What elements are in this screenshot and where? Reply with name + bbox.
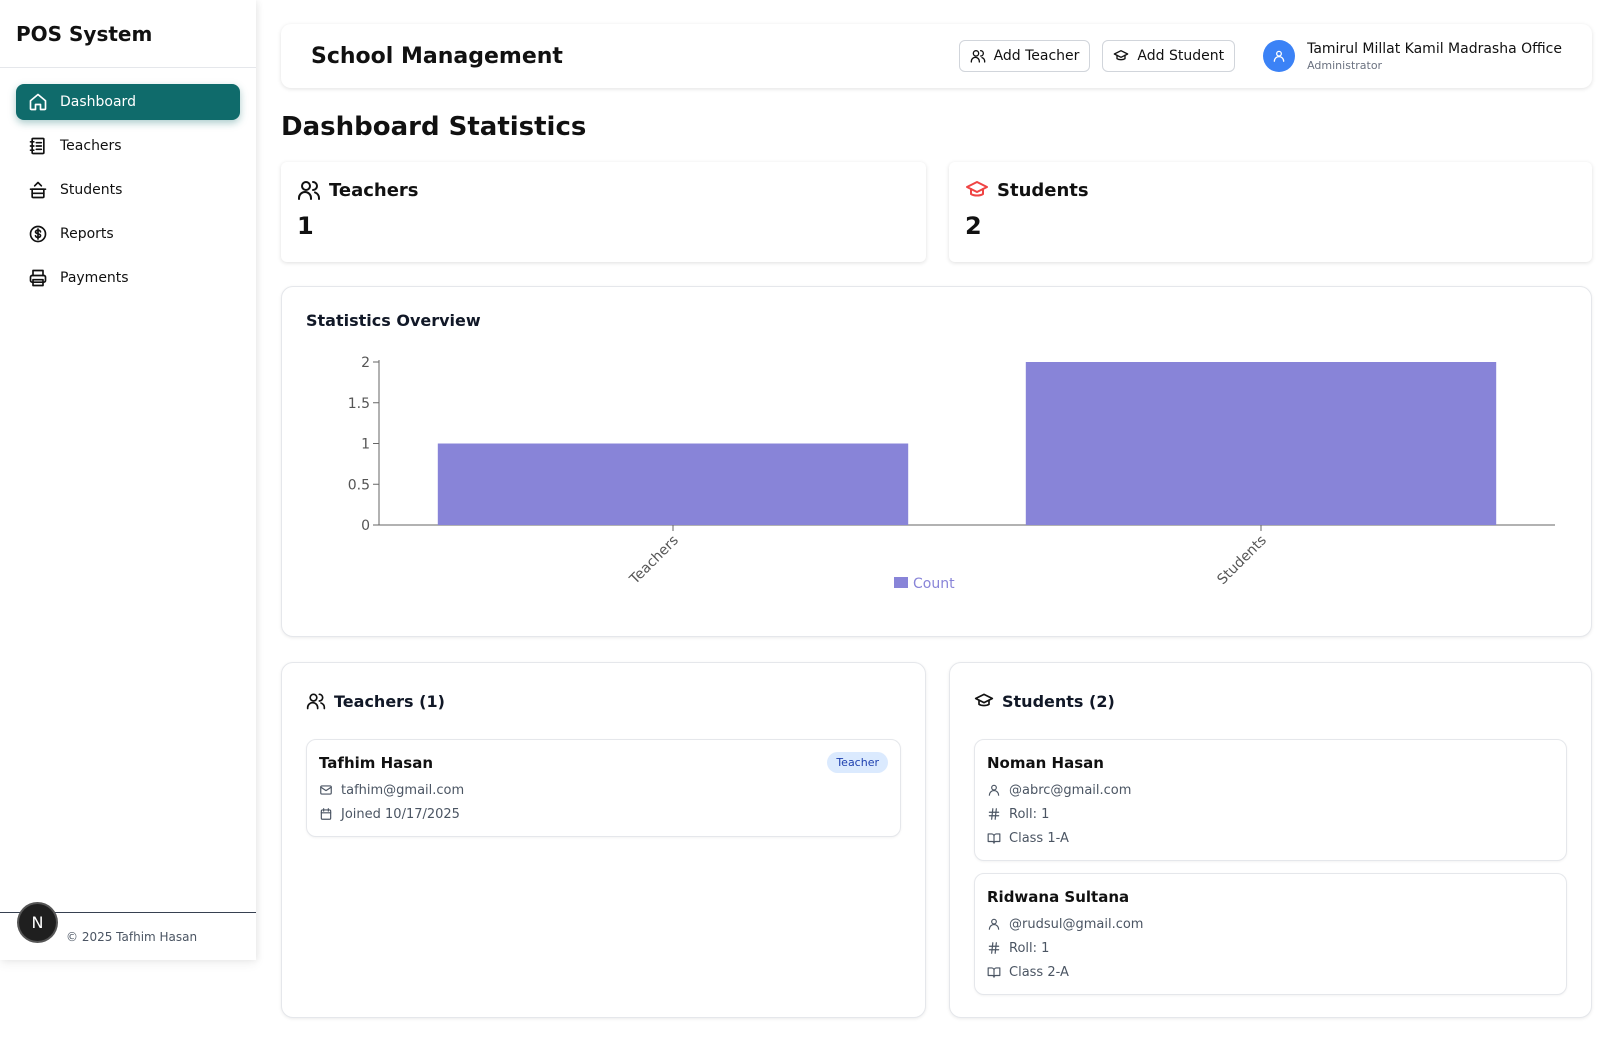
user-profile[interactable]: Tamirul Millat Kamil Madrasha Office Adm… xyxy=(1263,40,1562,72)
brand-title: POS System xyxy=(0,0,256,68)
list-item[interactable]: Noman Hasan @abrc@gmail.com Roll: 1 Clas… xyxy=(974,739,1567,861)
sidebar-item-payments[interactable]: Payments xyxy=(16,260,240,296)
user-icon xyxy=(987,917,1001,931)
teachers-stat-card: Teachers 1 xyxy=(281,162,926,262)
sidebar-item-label: Students xyxy=(60,182,123,198)
student-roll: Roll: 1 xyxy=(1009,806,1050,822)
stat-label: Students xyxy=(997,179,1089,201)
add-teacher-label: Add Teacher xyxy=(993,48,1080,64)
book-open-icon xyxy=(987,965,1001,979)
y-tick-label: 1 xyxy=(361,437,370,453)
x-tick-label: Students xyxy=(1214,533,1269,588)
hash-icon xyxy=(987,941,1001,955)
notebook-icon xyxy=(28,136,48,156)
teachers-list-card: Teachers (1) Tafhim Hasan Teacher tafhim… xyxy=(281,662,926,1018)
top-header: School Management Add Teacher Add Studen… xyxy=(281,24,1592,88)
calendar-icon xyxy=(319,807,333,821)
basket-icon xyxy=(28,180,48,200)
student-name: Ridwana Sultana xyxy=(987,888,1130,906)
y-tick-label: 1.5 xyxy=(348,396,370,412)
mail-icon xyxy=(319,783,333,797)
add-student-button[interactable]: Add Student xyxy=(1102,40,1236,72)
page-title: Dashboard Statistics xyxy=(281,112,587,142)
add-student-label: Add Student xyxy=(1137,48,1225,64)
dollar-circle-icon xyxy=(28,224,48,244)
copyright-text: © 2025 Tafhim Hasan xyxy=(66,929,198,944)
sidebar-nav: Dashboard Teachers Students Reports Paym… xyxy=(0,68,256,320)
student-name: Noman Hasan xyxy=(987,754,1104,772)
role-badge: Teacher xyxy=(827,752,888,773)
hash-icon xyxy=(987,807,1001,821)
students-stat-card: Students 2 xyxy=(949,162,1592,262)
statistics-chart-card: Statistics Overview 0 0.5 1 1.5 2 Teachers Stu… xyxy=(281,286,1592,637)
sidebar: POS System Dashboard Teachers Students R… xyxy=(0,0,256,960)
teacher-joined: Joined 10/17/2025 xyxy=(341,806,460,822)
teacher-name: Tafhim Hasan xyxy=(319,754,434,772)
student-class: Class 1-A xyxy=(1009,830,1069,846)
add-teacher-button[interactable]: Add Teacher xyxy=(958,40,1091,72)
sidebar-item-reports[interactable]: Reports xyxy=(16,216,240,252)
bar-students xyxy=(1025,362,1497,525)
student-class: Class 2-A xyxy=(1009,964,1069,980)
graduation-cap-icon xyxy=(974,691,994,711)
user-name: Tamirul Millat Kamil Madrasha Office xyxy=(1307,40,1562,57)
y-tick-label: 0 xyxy=(361,518,370,534)
list-item[interactable]: Tafhim Hasan Teacher tafhim@gmail.com Jo… xyxy=(306,739,901,837)
y-tick-label: 0.5 xyxy=(348,477,370,493)
users-icon xyxy=(970,48,986,64)
student-email: @rudsul@gmail.com xyxy=(1009,916,1144,932)
bar-teachers xyxy=(437,443,909,525)
book-open-icon xyxy=(987,831,1001,845)
avatar xyxy=(1263,40,1296,72)
sidebar-item-label: Payments xyxy=(60,270,129,286)
user-icon xyxy=(1273,50,1285,62)
sidebar-item-label: Teachers xyxy=(60,138,122,154)
list-title: Teachers (1) xyxy=(334,691,445,711)
users-icon xyxy=(297,178,321,202)
list-title: Students (2) xyxy=(1002,691,1115,711)
x-tick-label: Teachers xyxy=(626,533,682,589)
teacher-email: tafhim@gmail.com xyxy=(341,782,465,798)
stat-value: 2 xyxy=(965,212,982,240)
sidebar-item-students[interactable]: Students xyxy=(16,172,240,208)
bar-chart: 0 0.5 1 1.5 2 Teachers Students Count xyxy=(348,355,1555,592)
dev-tools-button[interactable]: N xyxy=(19,904,56,941)
user-icon xyxy=(987,783,1001,797)
list-item[interactable]: Ridwana Sultana @rudsul@gmail.com Roll: … xyxy=(974,873,1567,995)
legend-swatch xyxy=(894,577,908,588)
stat-label: Teachers xyxy=(329,179,419,201)
stat-value: 1 xyxy=(297,212,314,240)
user-role: Administrator xyxy=(1307,58,1383,72)
y-tick-label: 2 xyxy=(361,355,370,371)
student-roll: Roll: 1 xyxy=(1009,940,1050,956)
graduation-cap-icon xyxy=(965,178,989,202)
users-icon xyxy=(306,691,326,711)
graduation-cap-icon xyxy=(1113,48,1129,64)
sidebar-item-label: Dashboard xyxy=(60,94,136,110)
printer-icon xyxy=(28,268,48,288)
legend-label: Count xyxy=(913,576,955,592)
students-list-card: Students (2) Noman Hasan @abrc@gmail.com… xyxy=(949,662,1592,1018)
app-title: School Management xyxy=(311,43,563,69)
home-icon xyxy=(28,92,48,112)
sidebar-item-dashboard[interactable]: Dashboard xyxy=(16,84,240,120)
student-email: @abrc@gmail.com xyxy=(1009,782,1132,798)
sidebar-item-label: Reports xyxy=(60,226,114,242)
sidebar-item-teachers[interactable]: Teachers xyxy=(16,128,240,164)
